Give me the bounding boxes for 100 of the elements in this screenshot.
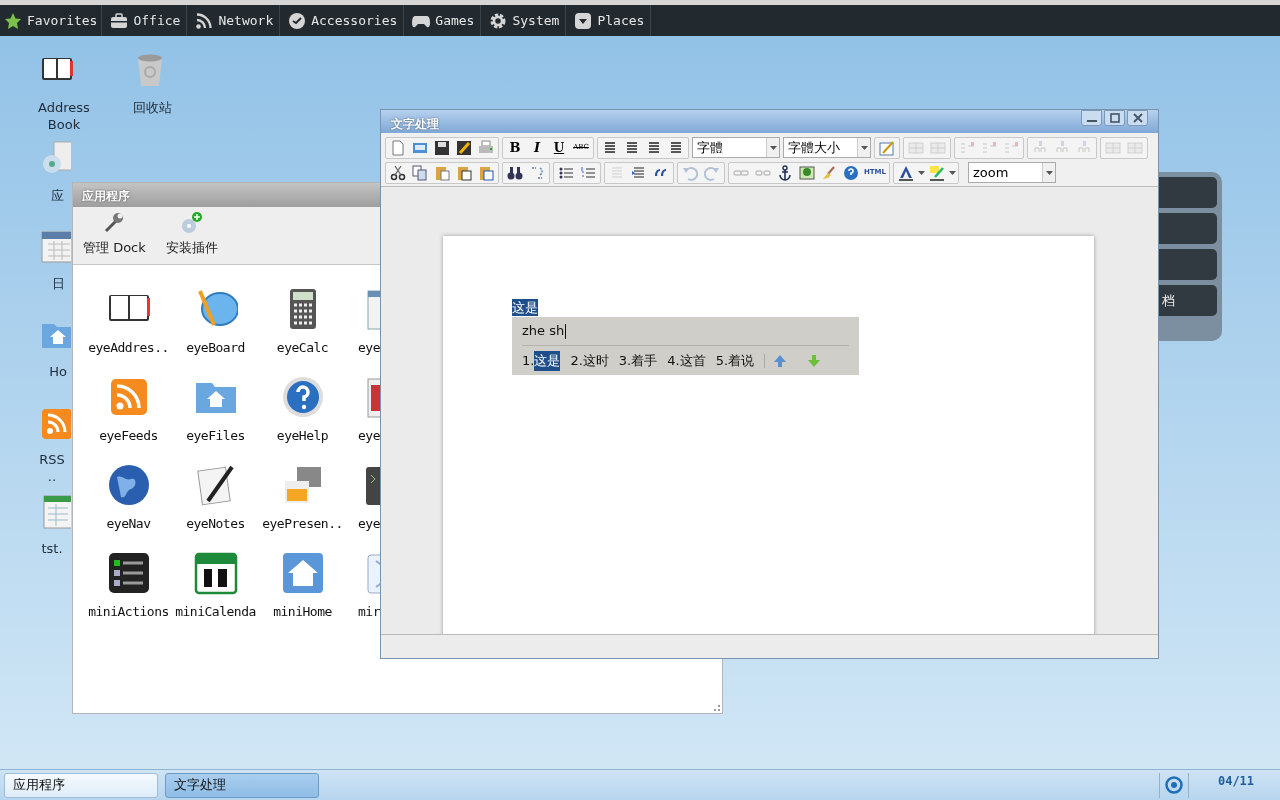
app-label: eye — [358, 515, 380, 533]
table-edit-icon — [879, 139, 895, 156]
app-launcher[interactable]: eye — [346, 463, 380, 540]
undo-icon — [682, 164, 698, 181]
text-color-icon — [898, 164, 914, 181]
menu-label: Favorites — [27, 11, 98, 30]
app-label: eyeFeeds — [99, 427, 158, 445]
menu-item[interactable]: Accessories — [279, 5, 404, 36]
menu-item[interactable]: Office — [101, 5, 187, 36]
anchor-icon — [777, 164, 793, 181]
menu-item[interactable]: System — [480, 5, 566, 36]
app-label: eyeAddres.. — [88, 339, 169, 357]
app-launcher[interactable]: miniCalenda — [172, 551, 259, 628]
app-launcher[interactable]: eye — [346, 287, 380, 364]
menu-label: Office — [133, 11, 181, 30]
caret-icon — [860, 145, 868, 150]
save-icon — [434, 139, 450, 156]
numbered-list-icon — [580, 164, 596, 181]
menu-label: Network — [218, 11, 274, 30]
briefcase-icon — [110, 11, 129, 30]
font-size-select[interactable]: 字體大小 — [783, 137, 871, 158]
dock-button[interactable]: 档 — [1159, 285, 1217, 316]
copy-button[interactable] — [410, 162, 430, 183]
bold-button[interactable]: B — [505, 137, 525, 158]
menu-label: Games — [435, 11, 475, 30]
app-label: eyeNotes — [186, 515, 245, 533]
calendar-icon[interactable] — [40, 228, 71, 264]
ime-candidate[interactable]: 5.着说 — [715, 351, 755, 371]
desktop-icon-label[interactable]: RSS .. — [30, 451, 74, 485]
italic-button[interactable]: I — [527, 137, 547, 158]
insert-row-icon — [981, 139, 997, 156]
installer-disc-icon[interactable] — [40, 140, 71, 176]
up-arrow-icon[interactable] — [773, 354, 788, 368]
app-label: eyeFiles — [186, 427, 245, 445]
caret-icon[interactable] — [918, 170, 925, 175]
insert-row-icon — [959, 139, 975, 156]
app-label: eyeCalc — [276, 339, 329, 357]
taskbar-button[interactable]: 应用程序 — [4, 772, 158, 798]
font-family-select[interactable]: 字體 — [692, 137, 780, 158]
desktop-icon-label[interactable]: 日 — [51, 275, 65, 292]
app-label: miniActions — [88, 603, 169, 621]
window-maximize-button[interactable] — [1104, 109, 1125, 126]
app-launcher[interactable]: eyeFiles — [172, 375, 259, 452]
disc-add-icon — [179, 210, 204, 235]
toolbar-button[interactable]: 安装插件 — [165, 210, 218, 257]
menu-item[interactable]: Favorites — [0, 5, 102, 36]
toolbar-button[interactable]: 管理 Dock — [83, 210, 146, 257]
selected-text: 这是 — [512, 299, 538, 316]
gear-icon — [489, 11, 508, 30]
dropdown-icon — [574, 11, 593, 30]
table-cell-icon — [930, 139, 946, 156]
binoculars-icon — [507, 164, 523, 181]
table-grid-icon — [1127, 139, 1143, 156]
underline-button[interactable]: U — [549, 137, 569, 158]
help-icon — [280, 375, 325, 419]
desktop-icon-label[interactable]: tst. — [37, 540, 67, 557]
app-launcher[interactable]: eyeHelp — [259, 375, 346, 452]
maximize-icon — [1109, 112, 1120, 123]
window-minimize-button[interactable] — [1081, 109, 1102, 126]
app-launcher[interactable]: mir — [346, 551, 380, 628]
desktop-icon-label[interactable]: Address Book — [30, 99, 98, 133]
app-launcher[interactable]: miniHome — [259, 551, 346, 628]
app-launcher[interactable]: eyeCalc — [259, 287, 346, 364]
menu-item[interactable]: Network — [186, 5, 280, 36]
menu-item[interactable]: Places — [565, 5, 652, 36]
scissors-icon — [390, 164, 406, 181]
app-label: eye — [358, 427, 380, 445]
app-launcher[interactable]: eyeNav — [85, 463, 172, 540]
broom-icon — [821, 164, 837, 181]
desktop-icon-label[interactable]: Ho — [48, 363, 68, 380]
menu-label: System — [512, 11, 560, 30]
copy-icon — [412, 164, 428, 181]
ime-candidate[interactable]: 2.这时 — [570, 351, 609, 371]
ime-candidate[interactable]: 4.这首 — [667, 351, 706, 371]
table-row-icon — [908, 139, 924, 156]
desktop-icon-label[interactable]: 回收站 — [129, 99, 175, 116]
justify-icon — [668, 139, 684, 156]
taskbar-button[interactable]: 文字处理 — [165, 772, 319, 798]
window-close-button[interactable] — [1127, 109, 1148, 126]
app-launcher[interactable]: miniActions — [85, 551, 172, 628]
ime-candidate[interactable]: 3.着手 — [618, 351, 658, 371]
desktop-icon-label[interactable]: 应 — [50, 187, 64, 204]
app-launcher[interactable]: eyeAddres.. — [85, 287, 172, 364]
app-launcher[interactable]: eyeFeeds — [85, 375, 172, 452]
window-title: 文字处理 — [391, 115, 439, 133]
spreadsheet-icon[interactable] — [40, 494, 71, 530]
app-launcher[interactable]: eyeBoard — [172, 287, 259, 364]
paste-text-icon — [456, 164, 472, 181]
edit-pencil-icon — [456, 139, 472, 156]
ime-input-text: zhe sh — [522, 322, 565, 341]
power-icon[interactable] — [1165, 776, 1183, 794]
feed-icon[interactable] — [40, 406, 71, 442]
actions-list-icon — [106, 551, 151, 595]
app-launcher[interactable]: eyePresen.. — [259, 463, 346, 540]
minimize-icon — [1086, 120, 1097, 122]
app-launcher[interactable]: eyeNotes — [172, 463, 259, 540]
caret-icon[interactable] — [949, 170, 956, 175]
menu-item[interactable]: Games — [403, 5, 481, 36]
align-left-icon — [602, 139, 618, 156]
zoom-select[interactable]: zoom — [968, 162, 1056, 183]
